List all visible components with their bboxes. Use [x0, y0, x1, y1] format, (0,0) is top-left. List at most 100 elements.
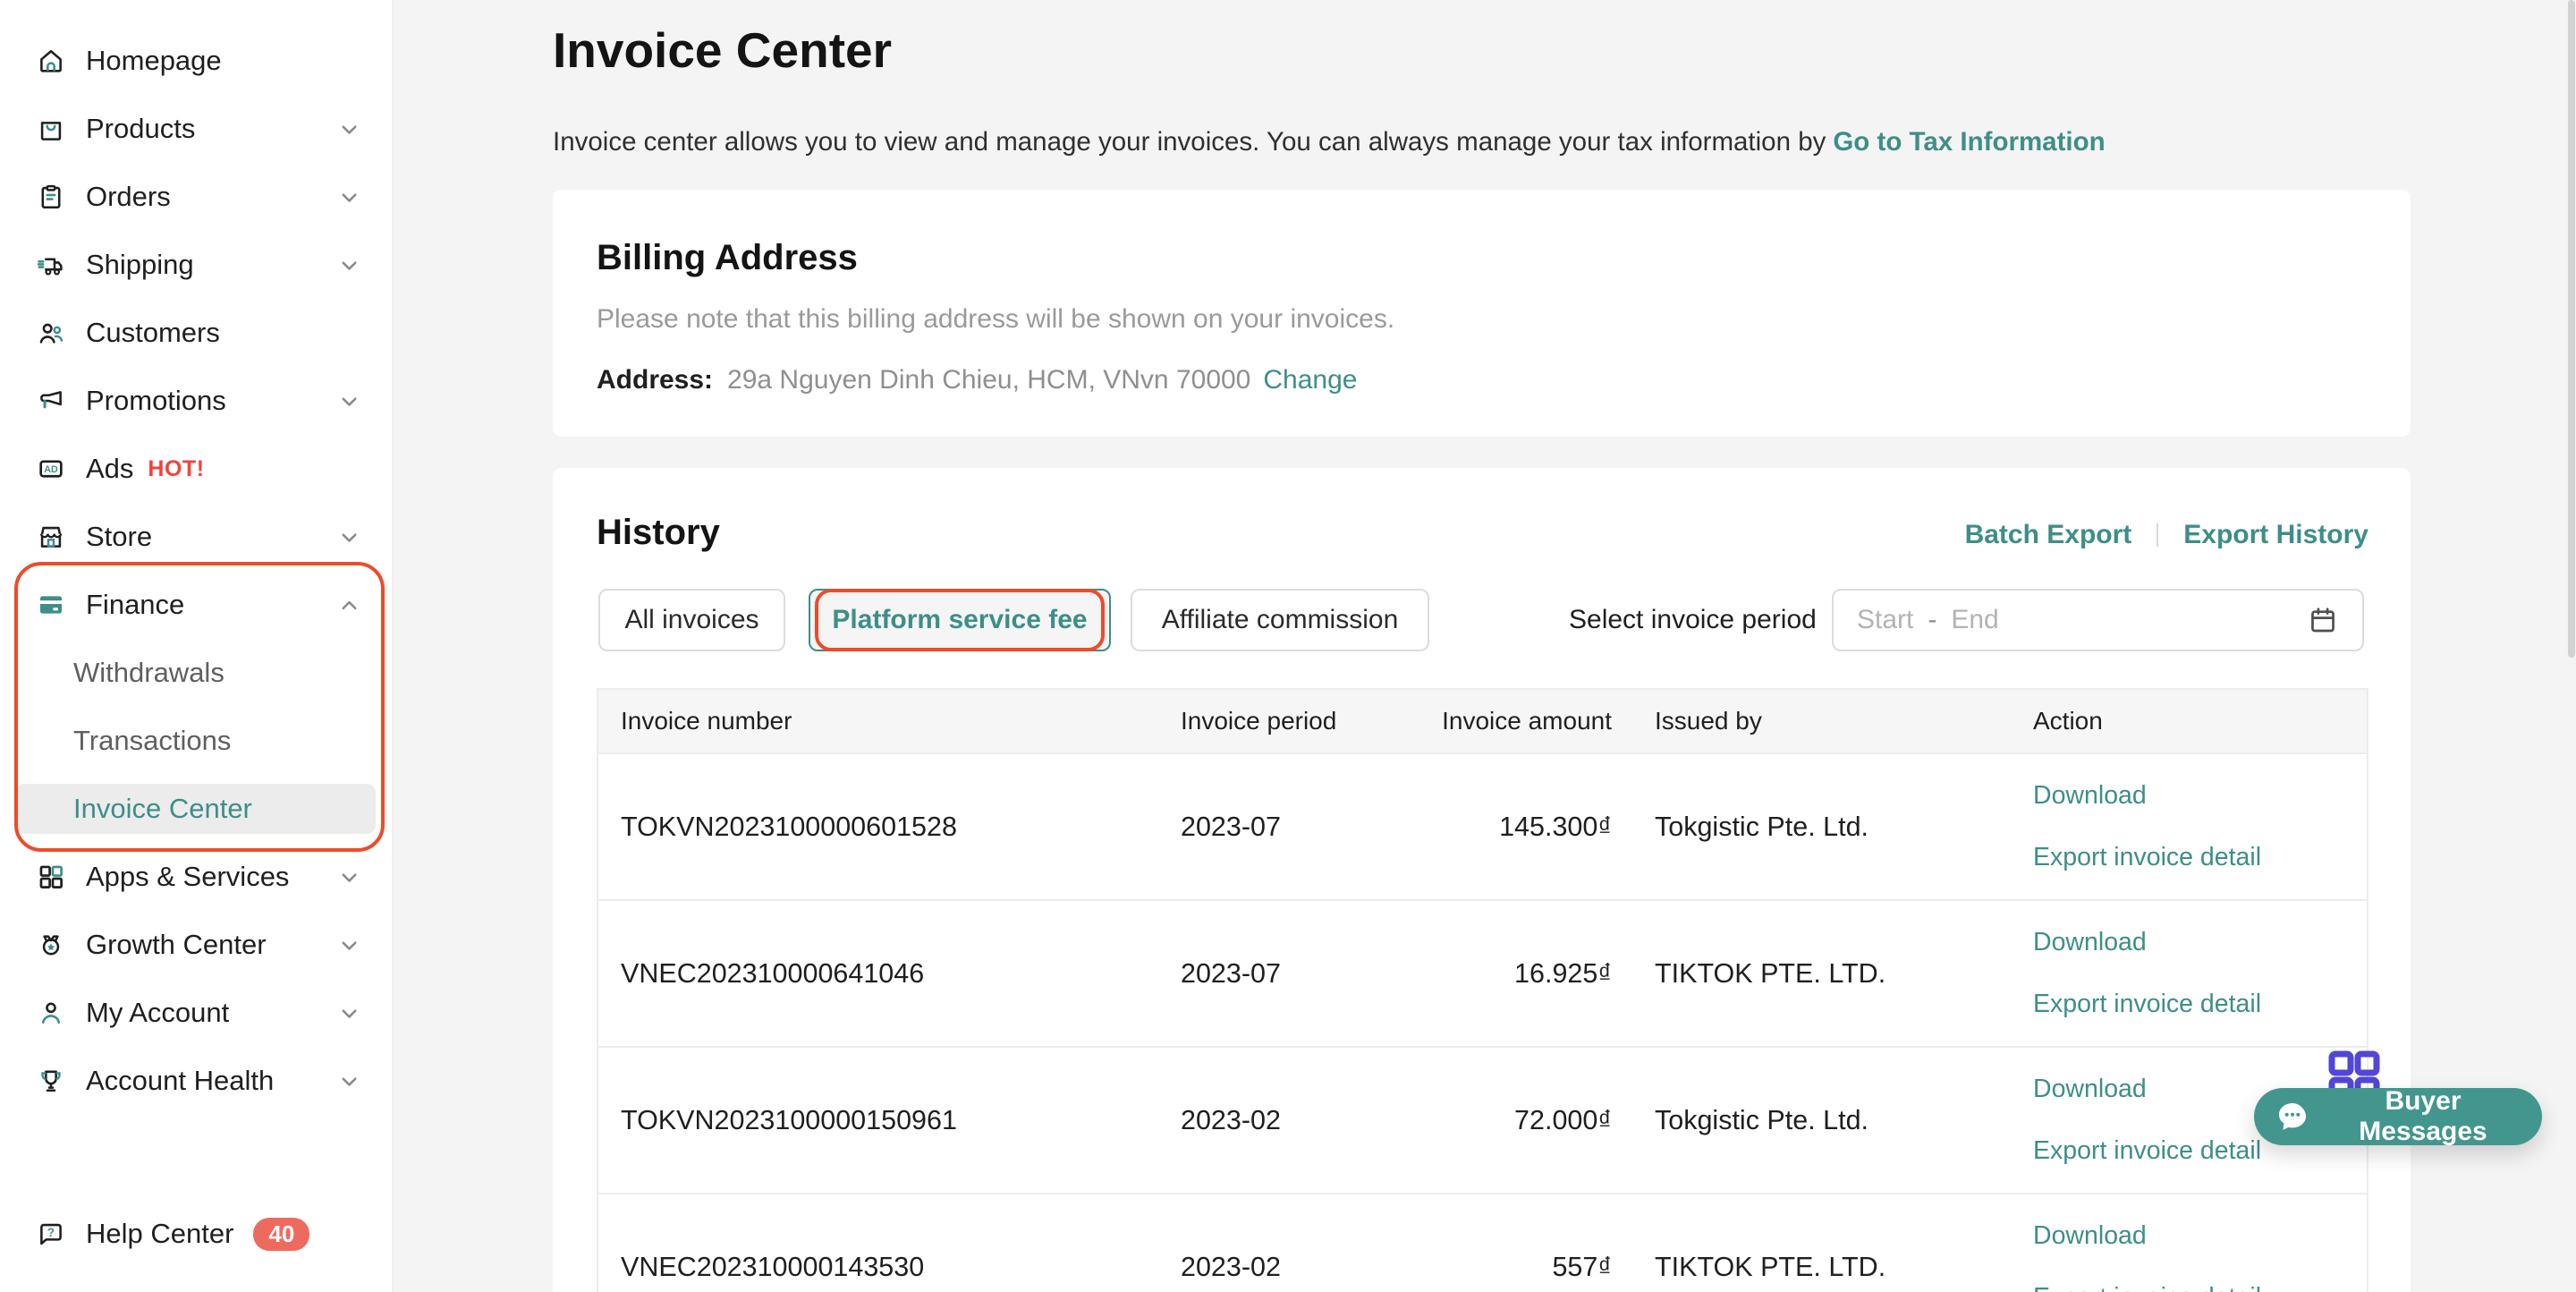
buyer-messages-button[interactable]: Buyer Messages	[2254, 1088, 2542, 1145]
calendar-icon[interactable]	[2307, 604, 2339, 636]
growth-icon	[36, 930, 66, 960]
issued-by: TIKTOK PTE. LTD.	[1612, 1252, 2033, 1283]
sidebar-item-label: Store	[86, 521, 152, 553]
invoice-period: 2023-07	[1181, 958, 1413, 990]
sidebar-item-label: Apps & Services	[86, 861, 289, 893]
page-title: Invoice Center	[553, 21, 892, 79]
chevron-down-icon	[337, 389, 361, 413]
screen: Homepage Products Orders Shipping Custom…	[0, 0, 2576, 1292]
row-actions: Download Export invoice detail	[2033, 781, 2367, 872]
range-separator: -	[1928, 605, 1936, 635]
download-link[interactable]: Download	[2033, 1221, 2367, 1251]
sidebar-item-label: Shipping	[86, 249, 194, 281]
export-invoice-detail-link[interactable]: Export invoice detail	[2033, 990, 2367, 1019]
help-icon: ?	[36, 1219, 66, 1249]
end-placeholder: End	[1951, 605, 1998, 635]
invoice-table: Invoice number Invoice period Invoice am…	[597, 688, 2368, 1292]
sidebar-item-promotions[interactable]: Promotions	[0, 367, 392, 435]
sidebar-item-shipping[interactable]: Shipping	[0, 231, 392, 299]
sidebar: Homepage Products Orders Shipping Custom…	[0, 0, 394, 1292]
chevron-down-icon	[337, 185, 361, 209]
issued-by: Tokgistic Pte. Ltd.	[1612, 812, 2033, 843]
table-row: VNEC202310000641046 2023-07 16.925₫ TIKT…	[598, 899, 2367, 1046]
tab-label: Platform service fee	[832, 605, 1087, 635]
col-invoice-number: Invoice number	[598, 707, 1181, 735]
col-action: Action	[2033, 707, 2367, 735]
chat-bubble-icon	[2274, 1098, 2311, 1135]
ads-icon: AD	[36, 454, 66, 484]
sidebar-item-growth-center[interactable]: Growth Center	[0, 911, 392, 979]
shipping-icon	[36, 250, 66, 280]
tab-platform-service-fee[interactable]: Platform service fee	[809, 589, 1111, 651]
sidebar-item-customers[interactable]: Customers	[0, 299, 392, 367]
download-link[interactable]: Download	[2033, 781, 2367, 811]
col-invoice-period: Invoice period	[1181, 707, 1413, 735]
sidebar-item-orders[interactable]: Orders	[0, 163, 392, 231]
orders-icon	[36, 182, 66, 212]
sidebar-item-apps-services[interactable]: Apps & Services	[0, 843, 392, 911]
chevron-down-icon	[337, 1001, 361, 1025]
sidebar-item-my-account[interactable]: My Account	[0, 979, 392, 1047]
invoice-period: 2023-07	[1181, 812, 1413, 843]
store-icon	[36, 522, 66, 552]
sidebar-item-homepage[interactable]: Homepage	[0, 27, 392, 95]
hot-badge: HOT!	[148, 456, 204, 482]
sidebar-item-store[interactable]: Store	[0, 503, 392, 571]
help-count-badge: 40	[253, 1218, 309, 1251]
account-icon	[36, 998, 66, 1028]
tab-affiliate-commission[interactable]: Affiliate commission	[1131, 589, 1429, 651]
sidebar-item-label: Promotions	[86, 385, 226, 417]
health-icon	[36, 1066, 66, 1096]
invoice-number: TOKVN2023100000150961	[598, 1105, 1181, 1136]
invoice-period-date-range-input[interactable]: Start - End	[1832, 589, 2364, 651]
invoice-period-label: Select invoice period	[1569, 589, 1817, 651]
invoice-number: TOKVN2023100000601528	[598, 812, 1181, 843]
billing-address-card: Billing Address Please note that this bi…	[553, 190, 2411, 437]
sidebar-item-label: Transactions	[73, 725, 231, 757]
sidebar-item-transactions[interactable]: Transactions	[0, 707, 392, 775]
tab-all-invoices[interactable]: All invoices	[598, 589, 785, 651]
address-value: 29a Nguyen Dinh Chieu, HCM, VNvn 70000	[727, 365, 1250, 395]
sidebar-item-account-health[interactable]: Account Health	[0, 1047, 392, 1115]
sidebar-item-products[interactable]: Products	[0, 95, 392, 163]
sidebar-item-label: Finance	[86, 589, 184, 621]
col-issued-by: Issued by	[1612, 707, 2033, 735]
invoice-number: VNEC202310000641046	[598, 958, 1181, 990]
sidebar-item-label: Account Health	[86, 1065, 274, 1097]
sidebar-item-label: Products	[86, 113, 195, 145]
go-to-tax-information-link[interactable]: Go to Tax Information	[1833, 127, 2105, 157]
sidebar-item-finance[interactable]: Finance	[0, 571, 392, 639]
sidebar-item-help-center[interactable]: ? Help Center 40	[0, 1204, 392, 1263]
address-label: Address:	[597, 365, 713, 395]
sidebar-item-label: Customers	[86, 317, 220, 349]
export-invoice-detail-link[interactable]: Export invoice detail	[2033, 1283, 2367, 1292]
invoice-period: 2023-02	[1181, 1105, 1413, 1136]
billing-address-row: Address: 29a Nguyen Dinh Chieu, HCM, VNv…	[597, 365, 1357, 395]
chevron-down-icon	[337, 253, 361, 277]
scrollbar[interactable]	[2568, 0, 2575, 658]
sidebar-item-withdrawals[interactable]: Withdrawals	[0, 639, 392, 707]
change-address-link[interactable]: Change	[1263, 365, 1357, 395]
chevron-down-icon	[337, 865, 361, 889]
divider	[2157, 523, 2158, 547]
export-invoice-detail-link[interactable]: Export invoice detail	[2033, 843, 2367, 872]
issued-by: TIKTOK PTE. LTD.	[1612, 958, 2033, 990]
subtitle-text: Invoice center allows you to view and ma…	[553, 127, 1826, 157]
invoice-number: VNEC202310000143530	[598, 1252, 1181, 1283]
chevron-down-icon	[337, 525, 361, 549]
chevron-down-icon	[337, 1069, 361, 1093]
batch-export-link[interactable]: Batch Export	[1965, 520, 2132, 550]
invoice-table-header: Invoice number Invoice period Invoice am…	[598, 690, 2367, 752]
buyer-messages-label: Buyer Messages	[2324, 1086, 2522, 1147]
start-placeholder: Start	[1857, 605, 1913, 635]
invoice-amount: 557₫	[1413, 1252, 1612, 1283]
export-history-link[interactable]: Export History	[2183, 520, 2368, 550]
finance-icon	[36, 590, 66, 620]
sidebar-item-label: Homepage	[86, 45, 222, 77]
download-link[interactable]: Download	[2033, 928, 2367, 957]
sidebar-item-ads[interactable]: AD Ads HOT!	[0, 435, 392, 503]
sidebar-item-label: Help Center	[86, 1218, 233, 1250]
history-card: History Batch Export Export History All …	[553, 468, 2411, 1292]
sidebar-item-invoice-center[interactable]: Invoice Center	[16, 784, 376, 834]
apps-icon	[36, 862, 66, 892]
